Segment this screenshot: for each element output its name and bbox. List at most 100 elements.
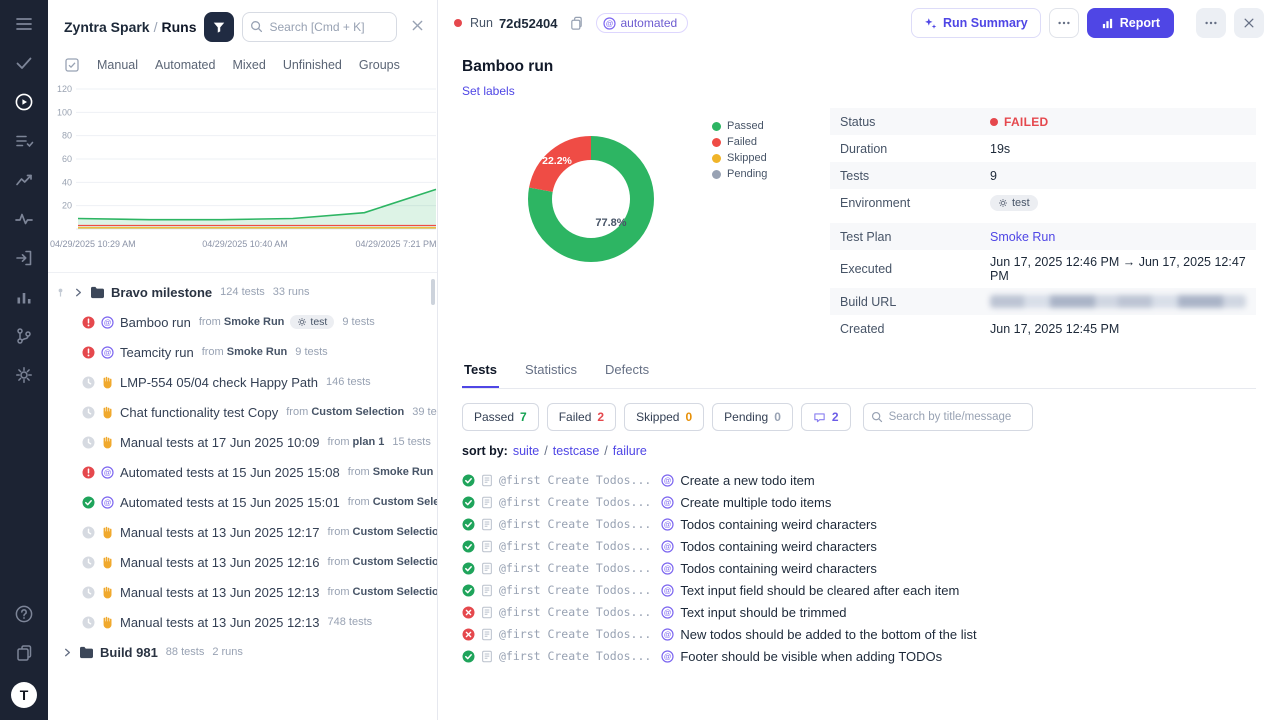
tab-tests[interactable]: Tests — [462, 362, 499, 388]
filter-skipped[interactable]: Skipped0 — [624, 403, 704, 431]
menu-icon[interactable] — [14, 14, 34, 34]
test-row[interactable]: @first Create Todos... @ Todos containin… — [462, 513, 1256, 535]
gear-icon — [998, 198, 1008, 208]
run-type-tab[interactable]: Automated — [155, 58, 215, 72]
set-labels-link[interactable]: Set labels — [462, 84, 515, 98]
tree-row[interactable]: @ Teamcity run from Smoke Run 9 tests — [48, 337, 437, 367]
test-suite[interactable]: @first Create Todos... — [499, 539, 651, 553]
tree-row[interactable]: @ LMP-554 05/04 check Happy Path 146 tes… — [48, 367, 437, 397]
test-suite[interactable]: @first Create Todos... — [499, 649, 651, 663]
help-icon[interactable] — [14, 604, 34, 624]
test-suite[interactable]: @first Create Todos... — [499, 561, 651, 575]
tag-chip: test — [290, 315, 334, 329]
import-icon[interactable] — [14, 248, 34, 268]
tab-defects[interactable]: Defects — [603, 362, 651, 388]
test-row[interactable]: @first Create Todos... @ New todos shoul… — [462, 623, 1256, 645]
test-title[interactable]: Todos containing weird characters — [680, 517, 877, 532]
chevron-right-icon[interactable] — [73, 287, 84, 298]
run-kind-icon: @ — [101, 526, 114, 539]
project-name[interactable]: Zyntra Spark — [64, 19, 150, 35]
tab-statistics[interactable]: Statistics — [523, 362, 579, 388]
run-summary-more-button[interactable] — [1049, 8, 1079, 38]
tests-icon[interactable] — [14, 53, 34, 73]
run-type-tab[interactable]: Unfinished — [283, 58, 342, 72]
test-plan-link[interactable]: Smoke Run — [990, 230, 1055, 244]
tree-row[interactable]: @ Automated tests at 15 Jun 2025 15:08 f… — [48, 457, 437, 487]
test-title[interactable]: Footer should be visible when adding TOD… — [680, 649, 942, 664]
test-title[interactable]: Create multiple todo items — [680, 495, 831, 510]
automated-icon: @ — [661, 496, 674, 509]
runs-search-input[interactable] — [242, 12, 397, 42]
tree-row[interactable]: @ Bravo milestone 124 tests 33 runs — [48, 277, 437, 307]
test-suite[interactable]: @first Create Todos... — [499, 605, 651, 619]
runs-panel: Zyntra Spark/Runs ManualAutomatedMixedUn… — [48, 0, 438, 720]
test-row[interactable]: @first Create Todos... @ Todos containin… — [462, 535, 1256, 557]
chevron-right-icon[interactable] — [62, 647, 73, 658]
run-name: Bravo milestone — [111, 285, 212, 300]
sort-by-failure[interactable]: failure — [613, 444, 647, 458]
filter-failed[interactable]: Failed2 — [547, 403, 616, 431]
report-button[interactable]: Report — [1087, 8, 1174, 38]
test-suite[interactable]: @first Create Todos... — [499, 473, 651, 487]
sort-by-testcase[interactable]: testcase — [553, 444, 600, 458]
tree-row[interactable]: @ Manual tests at 13 Jun 2025 12:13 from… — [48, 577, 437, 607]
copy-run-id-button[interactable] — [566, 12, 588, 34]
run-type-tab[interactable]: Mixed — [232, 58, 265, 72]
settings-icon[interactable] — [14, 365, 34, 385]
projects-icon[interactable] — [14, 643, 34, 663]
tree-row[interactable]: @ Chat functionality test Copy from Cust… — [48, 397, 437, 427]
test-row[interactable]: @first Create Todos... @ Text input shou… — [462, 601, 1256, 623]
close-run-button[interactable] — [1234, 8, 1264, 38]
tree-row[interactable]: @ Bamboo run from Smoke Run test 9 tests — [48, 307, 437, 337]
panel-close-button[interactable] — [405, 15, 429, 39]
test-title[interactable]: New todos should be added to the bottom … — [680, 627, 976, 642]
run-kind-icon: @ — [101, 346, 114, 359]
analytics-icon[interactable] — [14, 170, 34, 190]
test-title[interactable]: Todos containing weird characters — [680, 539, 877, 554]
test-row[interactable]: @first Create Todos... @ Text input fiel… — [462, 579, 1256, 601]
test-row[interactable]: @first Create Todos... @ Todos containin… — [462, 557, 1256, 579]
branches-icon[interactable] — [14, 326, 34, 346]
test-row[interactable]: @first Create Todos... @ Create multiple… — [462, 491, 1256, 513]
run-type-tab[interactable]: Manual — [97, 58, 138, 72]
test-suite[interactable]: @first Create Todos... — [499, 495, 651, 509]
run-summary-button[interactable]: Run Summary — [911, 8, 1041, 38]
pulse-icon[interactable] — [14, 209, 34, 229]
test-title[interactable]: Text input field should be cleared after… — [680, 583, 959, 598]
svg-text:100: 100 — [57, 107, 72, 117]
run-detail-tabs: Tests Statistics Defects — [462, 362, 1256, 389]
tree-row[interactable]: @ Build 981 88 tests 2 runs — [48, 637, 437, 667]
automated-icon: @ — [661, 628, 674, 641]
test-title[interactable]: Todos containing weird characters — [680, 561, 877, 576]
test-title[interactable]: Create a new todo item — [680, 473, 814, 488]
tree-row[interactable]: @ Automated tests at 15 Jun 2025 15:01 f… — [48, 487, 437, 517]
test-suite[interactable]: @first Create Todos... — [499, 583, 651, 597]
automated-icon: @ — [661, 650, 674, 663]
test-suite[interactable]: @first Create Todos... — [499, 627, 651, 641]
sort-by-suite[interactable]: suite — [513, 444, 539, 458]
filter-passed[interactable]: Passed7 — [462, 403, 539, 431]
run-details-table: Status FAILED Duration 19s Tests 9 Envir… — [830, 108, 1256, 342]
scrollbar-thumb[interactable] — [431, 279, 435, 305]
filter-comments[interactable]: 2 — [801, 403, 851, 431]
run-type-tab[interactable]: Groups — [359, 58, 400, 72]
tree-row[interactable]: @ Manual tests at 13 Jun 2025 12:16 from… — [48, 547, 437, 577]
test-suite[interactable]: @first Create Todos... — [499, 517, 651, 531]
filter-button[interactable] — [204, 12, 234, 42]
reports-icon[interactable] — [14, 287, 34, 307]
test-row[interactable]: @first Create Todos... @ Create a new to… — [462, 469, 1256, 491]
run-more-button[interactable] — [1196, 8, 1226, 38]
run-source: from Custom Selection — [327, 556, 437, 568]
detail-row-created: Created Jun 17, 2025 12:45 PM — [830, 315, 1256, 342]
test-row[interactable]: @first Create Todos... @ Footer should b… — [462, 645, 1256, 667]
app-logo[interactable]: T — [11, 682, 37, 708]
test-title[interactable]: Text input should be trimmed — [680, 605, 846, 620]
tree-row[interactable]: @ Manual tests at 13 Jun 2025 12:13 748 … — [48, 607, 437, 637]
tests-search-input[interactable] — [863, 403, 1033, 431]
tree-row[interactable]: @ Manual tests at 13 Jun 2025 12:17 from… — [48, 517, 437, 547]
plans-icon[interactable] — [14, 131, 34, 151]
tree-row[interactable]: @ Manual tests at 17 Jun 2025 10:09 from… — [48, 427, 437, 457]
folder-icon — [90, 286, 105, 299]
filter-pending[interactable]: Pending0 — [712, 403, 793, 431]
runs-icon[interactable] — [14, 92, 34, 112]
